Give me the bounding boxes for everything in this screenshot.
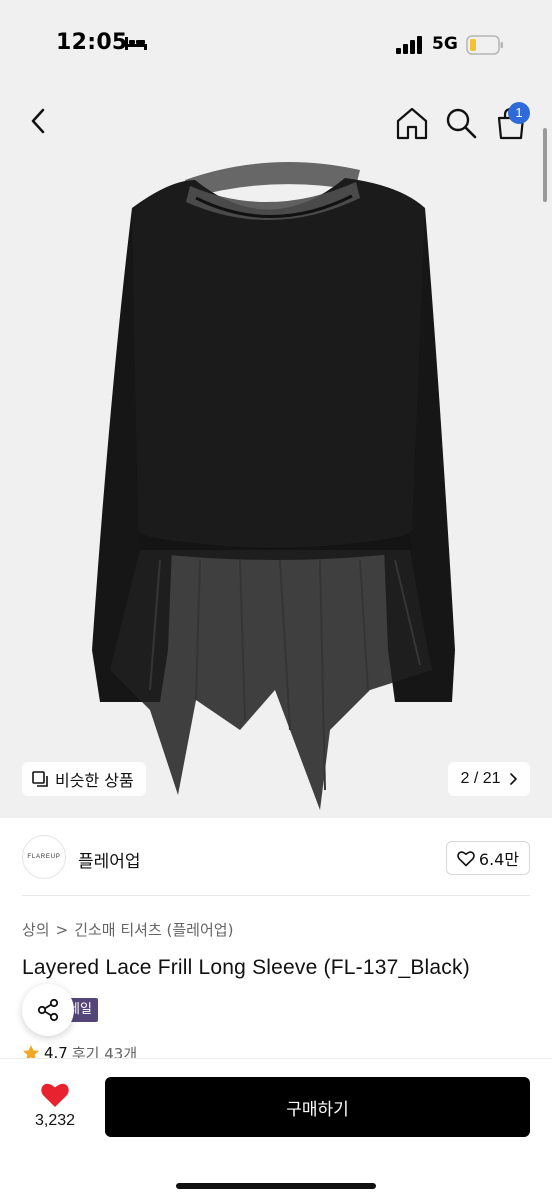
breadcrumb-subcategory[interactable]: 긴소매 티셔츠 (플레어업) <box>74 919 233 940</box>
brand-logo[interactable]: FLAREUP <box>22 835 66 879</box>
status-time: 12:05 <box>56 30 128 55</box>
wish-count: 3,232 <box>34 1112 76 1129</box>
brand-like-button[interactable]: 6.4만 <box>446 841 530 875</box>
product-image-gallery[interactable]: 1 비슷한 상품 2 / 21 <box>0 90 552 818</box>
bed-icon <box>125 37 147 50</box>
status-bar: 12:05 5G <box>0 0 552 90</box>
brand-row[interactable]: FLAREUP 플레어업 6.4만 <box>0 818 552 896</box>
share-button[interactable] <box>22 984 74 1036</box>
cellular-signal-icon <box>396 36 422 54</box>
scrollbar-thumb[interactable] <box>543 128 547 202</box>
product-title: Layered Lace Frill Long Sleeve (FL-137_B… <box>22 956 470 979</box>
network-label: 5G <box>432 34 458 54</box>
battery-low-icon <box>466 35 503 55</box>
product-photo <box>92 162 455 810</box>
breadcrumb-separator: > <box>55 920 69 939</box>
divider <box>22 895 530 896</box>
page-counter-text: 2 / 21 <box>460 770 501 787</box>
chevron-left-icon[interactable] <box>22 104 56 138</box>
image-page-counter[interactable]: 2 / 21 <box>448 762 530 796</box>
home-icon[interactable] <box>392 104 432 142</box>
cart-count-badge: 1 <box>508 102 530 124</box>
share-icon <box>37 998 59 1022</box>
brand-name[interactable]: 플레어업 <box>78 847 141 872</box>
similar-products-button[interactable]: 비슷한 상품 <box>22 762 146 796</box>
breadcrumb-category[interactable]: 상의 <box>22 919 50 940</box>
home-indicator[interactable] <box>176 1183 376 1189</box>
duplicate-icon <box>32 770 48 787</box>
chevron-right-icon <box>509 773 517 785</box>
heart-outline-icon <box>457 850 475 866</box>
search-icon[interactable] <box>442 104 480 142</box>
heart-filled-icon[interactable] <box>40 1081 70 1108</box>
similar-products-label: 비슷한 상품 <box>55 771 134 790</box>
bottom-action-bar: 3,232 구매하기 <box>0 1058 552 1200</box>
brand-like-count: 6.4만 <box>478 850 520 869</box>
breadcrumb: 상의 > 긴소매 티셔츠 (플레어업) <box>22 919 233 940</box>
buy-button[interactable]: 구매하기 <box>105 1077 530 1137</box>
